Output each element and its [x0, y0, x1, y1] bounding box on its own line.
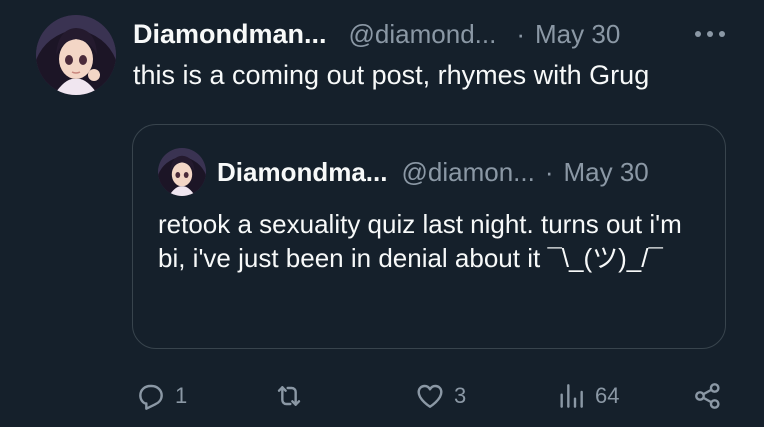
quote-author-handle: @diamon... — [401, 156, 535, 187]
quote-author-name: Diamondma... — [217, 156, 388, 187]
author-handle[interactable]: @diamond... — [349, 19, 497, 50]
quote-header-separator: · — [544, 156, 554, 187]
more-options-button[interactable] — [692, 20, 728, 48]
repost-button[interactable] — [272, 378, 314, 414]
header-separator: · — [516, 18, 526, 49]
views-count: 64 — [595, 383, 620, 408]
more-horizontal-icon — [695, 31, 725, 37]
heart-icon — [417, 384, 443, 408]
reply-button[interactable]: 1 — [135, 378, 187, 414]
author-avatar[interactable] — [36, 15, 116, 95]
like-button[interactable]: 3 — [414, 378, 466, 414]
quote-date: May 30 — [563, 156, 649, 187]
like-count: 3 — [454, 383, 467, 408]
tweet[interactable]: Diamondman... @diamond... · May 30 this … — [0, 0, 764, 427]
repost-icon — [277, 386, 301, 406]
action-bar: 1 3 64 — [0, 372, 764, 420]
share-button[interactable] — [692, 378, 724, 414]
quoted-tweet[interactable]: Diamondma... @diamon... · May 30 retook … — [132, 124, 726, 349]
quote-header: Diamondma... @diamon... · May 30 — [217, 153, 649, 191]
tweet-text: this is a coming out post, rhymes with G… — [133, 60, 650, 90]
views-icon — [560, 384, 583, 408]
views-button[interactable]: 64 — [555, 378, 619, 414]
reply-count: 1 — [175, 383, 188, 408]
author-name[interactable]: Diamondman... — [133, 19, 327, 50]
reply-icon — [139, 384, 163, 410]
tweet-date[interactable]: May 30 — [535, 19, 620, 50]
share-icon — [695, 383, 720, 409]
quote-author-avatar — [158, 148, 206, 196]
quote-text: retook a sexuality quiz last night. turn… — [158, 209, 682, 273]
tweet-header: Diamondman... @diamond... · May 30 — [133, 14, 620, 54]
